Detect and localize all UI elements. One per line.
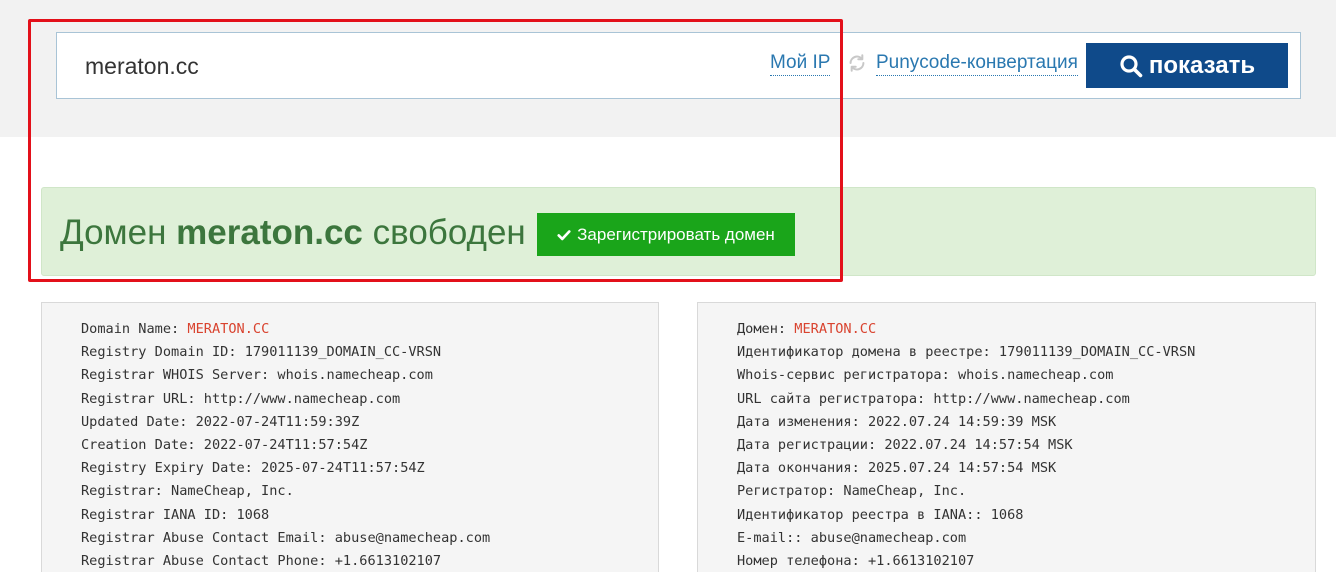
status-domain: meraton.cc <box>176 213 363 252</box>
whois-label: Registrar URL: <box>81 390 204 407</box>
domain-status-alert: Домен meraton.cc свободен Зарегистрирова… <box>41 187 1316 276</box>
whois-line: Дата изменения: 2022.07.24 14:59:39 MSK <box>737 411 1195 434</box>
register-domain-button[interactable]: Зарегистрировать домен <box>537 213 795 256</box>
whois-value: 2025.07.24 14:57:54 MSK <box>867 460 1057 477</box>
whois-value: +1.6613102107 <box>334 552 442 569</box>
whois-value: NameCheap, Inc. <box>171 483 294 500</box>
whois-line: Registrar WHOIS Server: whois.namecheap.… <box>81 364 490 387</box>
whois-label: Registrar WHOIS Server: <box>81 367 278 384</box>
whois-value: http://www.namecheap.com <box>203 390 401 407</box>
whois-label: Registrar IANA ID: <box>81 506 237 523</box>
refresh-icon <box>849 54 865 72</box>
my-ip-link[interactable]: Мой IP <box>770 51 831 76</box>
whois-line: Registrar IANA ID: 1068 <box>81 504 490 527</box>
search-band: Мой IP Punycode-конвертация показать <box>0 0 1336 137</box>
whois-label: Домен: <box>737 321 795 337</box>
whois-lines-english: Domain Name: MERATON.CC Registry Domain I… <box>81 318 490 572</box>
whois-label: Domain Name: <box>81 321 188 337</box>
whois-value: whois.namecheap.com <box>957 367 1114 384</box>
whois-line: Whois-сервис регистратора: whois.nameche… <box>737 364 1195 387</box>
whois-line: Domain Name: MERATON.CC <box>81 318 490 341</box>
domain-status-text: Домен meraton.cc свободен <box>60 212 526 254</box>
whois-line: Идентификатор реестра в IANA:: 1068 <box>737 504 1195 527</box>
whois-label: Creation Date: <box>81 436 204 453</box>
whois-line: Дата регистрации: 2022.07.24 14:57:54 MS… <box>737 434 1195 457</box>
whois-label: E-mail:: <box>737 529 811 546</box>
search-icon <box>1120 54 1143 77</box>
show-button[interactable]: показать <box>1086 43 1288 88</box>
register-domain-label: Зарегистрировать домен <box>577 224 775 244</box>
whois-label: Updated Date: <box>81 413 196 430</box>
whois-value: 1068 <box>236 506 270 523</box>
whois-label: Registrar Abuse Contact Email: <box>81 529 335 546</box>
whois-line: Идентификатор домена в реестре: 17901113… <box>737 341 1195 364</box>
whois-label: Дата окончания: <box>737 460 868 477</box>
show-button-label: показать <box>1148 51 1256 79</box>
whois-value: MERATON.CC <box>794 321 877 337</box>
status-suffix: свободен <box>372 213 526 252</box>
whois-label: Идентификатор домена в реестре: <box>737 344 999 361</box>
whois-label: Registrar Abuse Contact Phone: <box>81 552 335 569</box>
status-prefix: Домен <box>60 213 167 252</box>
whois-line: URL сайта регистратора: http://www.namec… <box>737 388 1195 411</box>
whois-line: Registrar URL: http://www.namecheap.com <box>81 388 490 411</box>
whois-value: 2022-07-24T11:57:54Z <box>203 436 368 453</box>
whois-line: Registry Domain ID: 179011139_DOMAIN_CC-… <box>81 341 490 364</box>
whois-label: Registrar: <box>81 483 172 500</box>
whois-value: 2022-07-24T11:59:39Z <box>195 413 360 430</box>
whois-label: Дата регистрации: <box>737 436 885 453</box>
whois-line: Updated Date: 2022-07-24T11:59:39Z <box>81 411 490 434</box>
punycode-link[interactable]: Punycode-конвертация <box>876 51 1078 76</box>
whois-line: Домен: MERATON.CC <box>737 318 1195 341</box>
whois-line: Регистратор: NameCheap, Inc. <box>737 480 1195 503</box>
whois-panel-english: Domain Name: MERATON.CC Registry Domain I… <box>41 302 659 572</box>
whois-value: 2025-07-24T11:57:54Z <box>261 460 425 477</box>
whois-value: abuse@namecheap.com <box>334 529 491 546</box>
whois-value: http://www.namecheap.com <box>933 390 1130 407</box>
whois-label: Registry Expiry Date: <box>81 460 262 477</box>
whois-label: Регистратор: <box>737 483 844 500</box>
whois-label: Whois-сервис регистратора: <box>737 367 958 384</box>
search-box: Мой IP Punycode-конвертация показать <box>56 32 1301 99</box>
whois-label: Дата изменения: <box>737 413 868 430</box>
whois-line: E-mail:: abuse@namecheap.com <box>737 527 1195 550</box>
whois-value: 2022.07.24 14:57:54 MSK <box>884 436 1073 453</box>
whois-line: Creation Date: 2022-07-24T11:57:54Z <box>81 434 490 457</box>
whois-line: Registrar Abuse Contact Phone: +1.661310… <box>81 550 490 572</box>
check-icon <box>557 229 571 240</box>
whois-line: Registry Expiry Date: 2025-07-24T11:57:5… <box>81 457 490 480</box>
whois-value: +1.6613102107 <box>867 552 975 569</box>
whois-value: 2022.07.24 14:59:39 MSK <box>867 413 1057 430</box>
whois-value: whois.namecheap.com <box>277 367 433 384</box>
whois-label: Registry Domain ID: <box>81 344 245 361</box>
whois-value: abuse@namecheap.com <box>810 529 967 546</box>
whois-line: Дата окончания: 2025.07.24 14:57:54 MSK <box>737 457 1195 480</box>
whois-value: 179011139_DOMAIN_CC-VRSN <box>998 344 1196 361</box>
whois-label: URL сайта регистратора: <box>737 390 934 407</box>
domain-search-input[interactable] <box>85 50 685 82</box>
whois-value: 179011139_DOMAIN_CC-VRSN <box>244 344 442 361</box>
whois-value: MERATON.CC <box>187 321 270 337</box>
whois-label: Номер телефона: <box>737 552 868 569</box>
whois-line: Registrar Abuse Contact Email: abuse@nam… <box>81 527 490 550</box>
whois-line: Номер телефона: +1.6613102107 <box>737 550 1195 572</box>
whois-label: Идентификатор реестра в IANA:: <box>737 506 991 523</box>
whois-value: 1068 <box>990 506 1024 523</box>
whois-value: NameCheap, Inc. <box>843 483 967 500</box>
whois-line: Registrar: NameCheap, Inc. <box>81 480 490 503</box>
whois-lines-russian: Домен: MERATON.CC Идентификатор домена в … <box>737 318 1195 572</box>
whois-panel-russian: Домен: MERATON.CC Идентификатор домена в … <box>697 302 1316 572</box>
